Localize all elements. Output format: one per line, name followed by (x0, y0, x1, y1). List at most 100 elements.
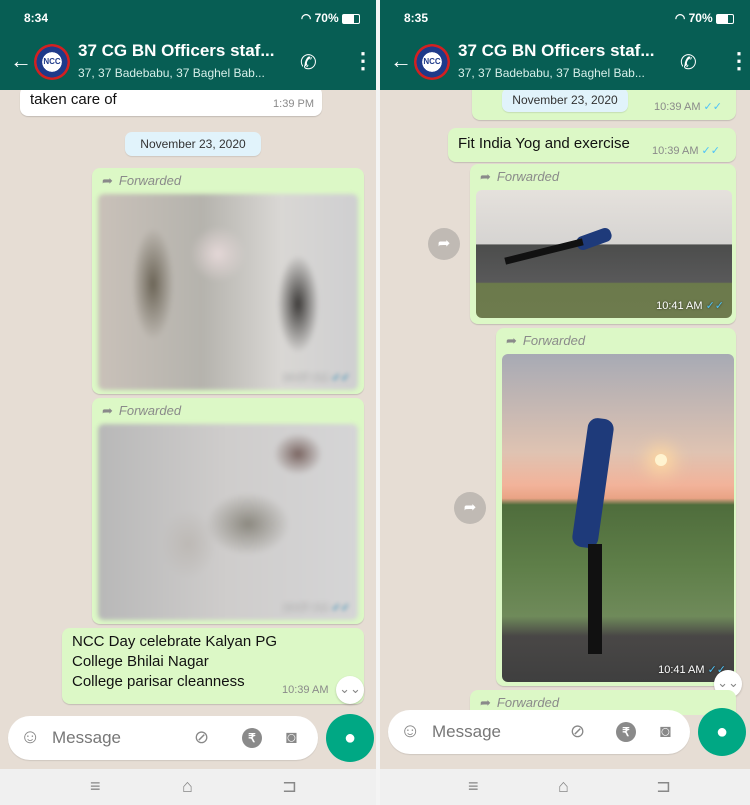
photo-thumbnail[interactable]: 10:37 AM ✓✓ (98, 194, 358, 390)
more-menu-icon[interactable]: ⋮ (352, 48, 374, 74)
wifi-icon: ◠ (674, 11, 689, 25)
message-placeholder[interactable]: Message (52, 728, 121, 748)
photo-time-text: 10:37 AM (282, 602, 329, 614)
message-text: taken care of (30, 91, 117, 108)
message-list[interactable]: November 23, 2020 10:39 AM ✓✓ Fit India Y… (380, 90, 750, 715)
date-separator: November 23, 2020 (125, 132, 261, 156)
yoga-sunset-photo[interactable]: 10:41 AM ✓✓ (502, 354, 734, 682)
forwarded-image-message[interactable]: ➦ Forwarded 10:37 AM ✓✓ (92, 398, 364, 624)
compose-bar: ☺ Message ⊘ ₹ ◙ ● (0, 712, 376, 768)
rupee-icon[interactable]: ₹ (616, 722, 636, 742)
forwarded-image-message[interactable]: ➦ Forwarded 10:37 AM ✓✓ (92, 168, 364, 394)
emoji-icon[interactable]: ☺ (20, 726, 40, 749)
message-time-text: 10:39 AM (652, 145, 699, 157)
battery-percent: 70% (688, 11, 713, 25)
message-time: 1:39 PM (273, 98, 314, 110)
compose-bar: ☺ Message ⊘ ₹ ◙ ● (380, 706, 750, 762)
forwarded-image-message[interactable]: ➦ Forwarded 10:41 AM ✓✓ (496, 328, 736, 686)
avatar-text: NCC (43, 57, 61, 66)
message-input[interactable]: ☺ Message ⊘ ₹ ◙ (388, 710, 690, 754)
forwarded-label: ➦ Forwarded (102, 403, 181, 419)
message-text: Fit India Yog and exercise (458, 135, 630, 152)
person-leg (504, 238, 584, 265)
avatar[interactable]: NCC (414, 44, 450, 80)
read-ticks-icon: ✓✓ (331, 372, 350, 384)
chat-title[interactable]: 37 CG BN Officers staf... (78, 41, 275, 61)
attach-icon[interactable]: ⊘ (570, 721, 585, 742)
outgoing-text-message[interactable]: NCC Day celebrate Kalyan PG College Bhil… (62, 628, 364, 704)
nav-back-icon[interactable]: ⊐ (656, 776, 671, 797)
read-ticks-icon: ✓✓ (703, 101, 722, 113)
emoji-icon[interactable]: ☺ (400, 720, 420, 743)
message-line: College parisar cleanness (72, 673, 245, 690)
incoming-message[interactable]: taken care of 1:39 PM (20, 90, 322, 116)
message-list[interactable]: taken care of 1:39 PM November 23, 2020 … (0, 90, 376, 715)
add-call-icon[interactable]: ✆ (680, 50, 697, 75)
android-nav-bar: ≡ ⌂ ⊐ (0, 769, 376, 805)
status-time: 8:34 (24, 11, 49, 25)
camera-icon[interactable]: ◙ (286, 727, 297, 748)
avatar[interactable]: NCC (34, 44, 70, 80)
chat-subtitle[interactable]: 37, 37 Badebabu, 37 Baghel Bab... (78, 66, 265, 80)
message-time: 10:39 AM ✓✓ (652, 144, 720, 157)
photo-time: 10:41 AM ✓✓ (658, 663, 726, 676)
share-icon[interactable]: ➦ (428, 228, 460, 260)
nav-menu-icon[interactable]: ≡ (468, 776, 479, 797)
forwarded-label: ➦ Forwarded (102, 173, 181, 189)
message-line: NCC Day celebrate Kalyan PG (72, 633, 278, 650)
forwarded-label: ➦ Forwarded (506, 333, 585, 349)
mic-icon[interactable]: ● (326, 714, 374, 762)
forwarded-text: Forwarded (118, 173, 182, 188)
rupee-icon[interactable]: ₹ (242, 728, 262, 748)
message-time-text: 10:39 AM (654, 101, 701, 113)
photo-time-text: 10:41 AM (658, 664, 705, 676)
nav-home-icon[interactable]: ⌂ (558, 776, 569, 797)
forwarded-image-message[interactable]: ➦ Forwarded 10:41 AM ✓✓ (470, 164, 736, 324)
camera-icon[interactable]: ◙ (660, 721, 671, 742)
message-time: 10:39 AM (282, 684, 329, 696)
nav-home-icon[interactable]: ⌂ (182, 776, 193, 797)
date-separator: November 23, 2020 (502, 90, 628, 112)
battery-indicator: ◠ 70% (301, 11, 360, 25)
share-icon[interactable]: ➦ (454, 492, 486, 524)
avatar-text: NCC (423, 57, 441, 66)
back-arrow-icon[interactable]: ← (10, 48, 32, 74)
sun (655, 454, 667, 466)
back-arrow-icon[interactable]: ← (390, 48, 412, 74)
forwarded-label: ➦ Forwarded (480, 169, 559, 185)
wifi-icon: ◠ (300, 11, 315, 25)
photo-time: 10:37 AM ✓✓ (282, 601, 350, 614)
chat-header[interactable]: ← NCC 37 CG BN Officers staf... 37, 37 B… (0, 36, 376, 90)
status-bar: 8:34 ◠ 70% (0, 0, 376, 36)
forward-arrow-icon: ➦ (102, 173, 113, 188)
nav-back-icon[interactable]: ⊐ (282, 776, 297, 797)
chat-header[interactable]: ← NCC 37 CG BN Officers staf... 37, 37 B… (380, 36, 750, 90)
forwarded-image-message[interactable]: November 23, 2020 10:39 AM ✓✓ (472, 90, 736, 120)
attach-icon[interactable]: ⊘ (194, 727, 209, 748)
more-menu-icon[interactable]: ⋮ (728, 48, 750, 74)
forwarded-text: Forwarded (118, 403, 182, 418)
chevron-down-icon[interactable]: ⌄⌄ (336, 676, 364, 704)
read-ticks-icon: ✓✓ (705, 300, 724, 312)
yoga-photo[interactable]: 10:41 AM ✓✓ (476, 190, 732, 318)
nav-menu-icon[interactable]: ≡ (90, 776, 101, 797)
photo-time-text: 10:41 AM (656, 300, 703, 312)
add-call-icon[interactable]: ✆ (300, 50, 317, 75)
message-input[interactable]: ☺ Message ⊘ ₹ ◙ (8, 716, 318, 760)
message-placeholder[interactable]: Message (432, 722, 501, 742)
photo-time: 10:37 AM ✓✓ (282, 371, 350, 384)
battery-percent: 70% (314, 11, 339, 25)
android-nav-bar: ≡ ⌂ ⊐ (380, 769, 750, 805)
forward-arrow-icon: ➦ (506, 333, 517, 348)
photo-time: 10:41 AM ✓✓ (656, 299, 724, 312)
status-time: 8:35 (404, 11, 429, 25)
outgoing-text-message[interactable]: Fit India Yog and exercise 10:39 AM ✓✓ (448, 128, 736, 162)
battery-indicator: ◠ 70% (675, 11, 734, 25)
chat-subtitle[interactable]: 37, 37 Badebabu, 37 Baghel Bab... (458, 66, 645, 80)
mic-icon[interactable]: ● (698, 708, 746, 756)
read-ticks-icon: ✓✓ (331, 602, 350, 614)
message-time: 10:39 AM ✓✓ (654, 100, 722, 113)
chat-title[interactable]: 37 CG BN Officers staf... (458, 41, 655, 61)
person-leg (588, 544, 602, 654)
photo-thumbnail[interactable]: 10:37 AM ✓✓ (98, 424, 358, 620)
